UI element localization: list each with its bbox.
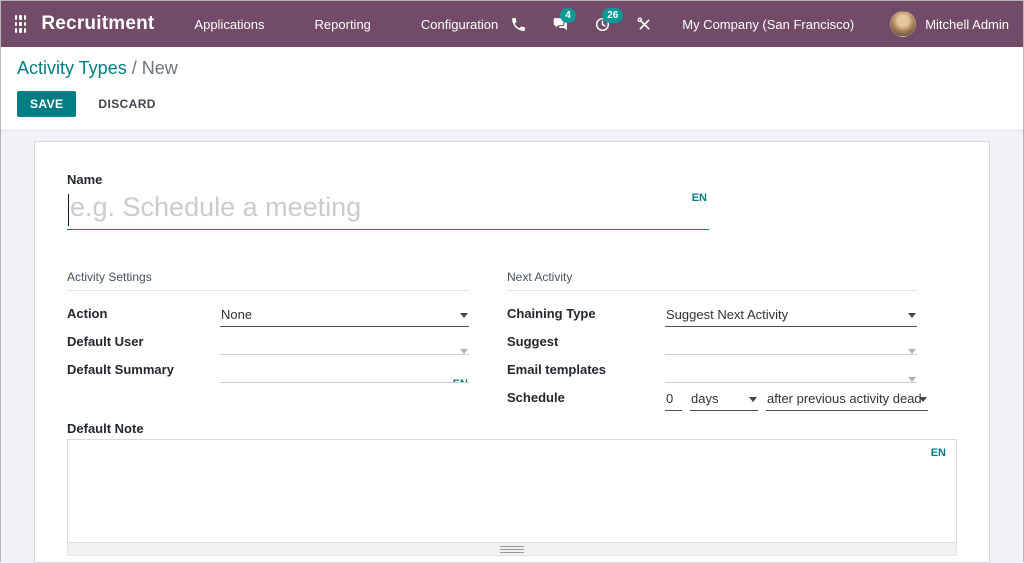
note-resize-handle[interactable] [67,543,957,556]
name-translate-badge[interactable]: EN [692,192,707,204]
action-label: Action [67,306,220,321]
chevron-down-icon [908,377,916,382]
schedule-row: Schedule 0 days after previous activity … [507,383,917,411]
schedule-number-input[interactable]: 0 [665,388,682,411]
save-button[interactable]: SAVE [17,91,76,117]
name-input-wrap: EN [67,190,709,230]
default-note-translate-badge[interactable]: EN [931,447,946,459]
default-user-label: Default User [67,334,220,349]
chevron-down-icon [919,397,927,402]
email-templates-label: Email templates [507,362,665,377]
top-navbar: Recruitment Applications Reporting Confi… [1,1,1023,47]
next-activity-title: Next Activity [507,270,917,291]
menu-reporting[interactable]: Reporting [305,11,381,38]
action-row: Action None [67,299,469,327]
menu-applications[interactable]: Applications [184,11,274,38]
name-field-group: Name EN [67,172,709,230]
form-sheet: Name EN Activity Settings Action None [34,141,990,563]
schedule-delay-from-select[interactable]: after previous activity dead [766,388,928,411]
control-panel: Activity Types / New SAVE DISCARD [1,47,1023,131]
name-input[interactable] [67,190,709,229]
user-name: Mitchell Admin [925,17,1009,32]
navbar-systray: 4 26 My Company (San Francisco) Mitchell… [508,11,1009,37]
default-user-row: Default User [67,327,469,355]
apps-menu-icon[interactable] [15,15,26,33]
user-menu[interactable]: Mitchell Admin [890,11,1009,37]
email-templates-row: Email templates [507,355,917,383]
company-switcher[interactable]: My Company (San Francisco) [682,17,854,32]
text-cursor [68,194,69,226]
field-columns: Activity Settings Action None Default Us… [67,270,957,411]
default-summary-input[interactable]: EN [220,375,469,383]
chaining-type-row: Chaining Type Suggest Next Activity [507,299,917,327]
messages-count-badge: 4 [560,8,576,23]
email-templates-select[interactable] [665,375,917,383]
schedule-unit-select[interactable]: days [690,388,758,411]
main-menu: Applications Reporting Configuration [184,11,508,38]
app-name[interactable]: Recruitment [41,13,154,35]
phone-icon[interactable] [508,14,528,34]
discard-button[interactable]: DISCARD [90,91,163,117]
tools-icon[interactable] [634,14,654,34]
activity-settings-title: Activity Settings [67,270,469,291]
default-note-group: Default Note EN [67,421,957,556]
activity-settings-group: Activity Settings Action None Default Us… [67,270,469,411]
menu-configuration[interactable]: Configuration [411,11,508,38]
breadcrumb-current: New [142,58,178,78]
suggest-select[interactable] [665,347,917,355]
form-background: Name EN Activity Settings Action None [1,131,1023,563]
chaining-type-select[interactable]: Suggest Next Activity [665,304,917,327]
chevron-down-icon [908,313,916,318]
breadcrumb-separator: / [127,58,142,78]
action-select[interactable]: None [220,304,469,327]
activities-count-badge: 26 [602,8,623,23]
activities-clock-icon[interactable]: 26 [592,14,612,34]
messages-icon[interactable]: 4 [550,14,570,34]
button-row: SAVE DISCARD [17,91,1007,117]
chevron-down-icon [749,397,757,402]
chevron-down-icon [908,349,916,354]
chevron-down-icon [460,313,468,318]
drag-grip-icon [500,546,524,553]
suggest-row: Suggest [507,327,917,355]
suggest-label: Suggest [507,334,665,349]
breadcrumb: Activity Types / New [17,58,1007,79]
schedule-label: Schedule [507,390,665,405]
default-user-select[interactable] [220,347,469,355]
default-summary-row: Default Summary EN [67,355,469,383]
schedule-controls: 0 days after previous activity dead [665,388,928,411]
default-summary-label: Default Summary [67,362,220,377]
breadcrumb-parent-link[interactable]: Activity Types [17,58,127,78]
default-note-label: Default Note [67,421,957,436]
default-summary-translate-badge[interactable]: EN [453,378,468,383]
chaining-type-label: Chaining Type [507,306,665,321]
avatar [890,11,916,37]
default-note-editor[interactable]: EN [67,439,957,543]
name-label: Name [67,172,709,187]
next-activity-group: Next Activity Chaining Type Suggest Next… [507,270,917,411]
chevron-down-icon [460,349,468,354]
